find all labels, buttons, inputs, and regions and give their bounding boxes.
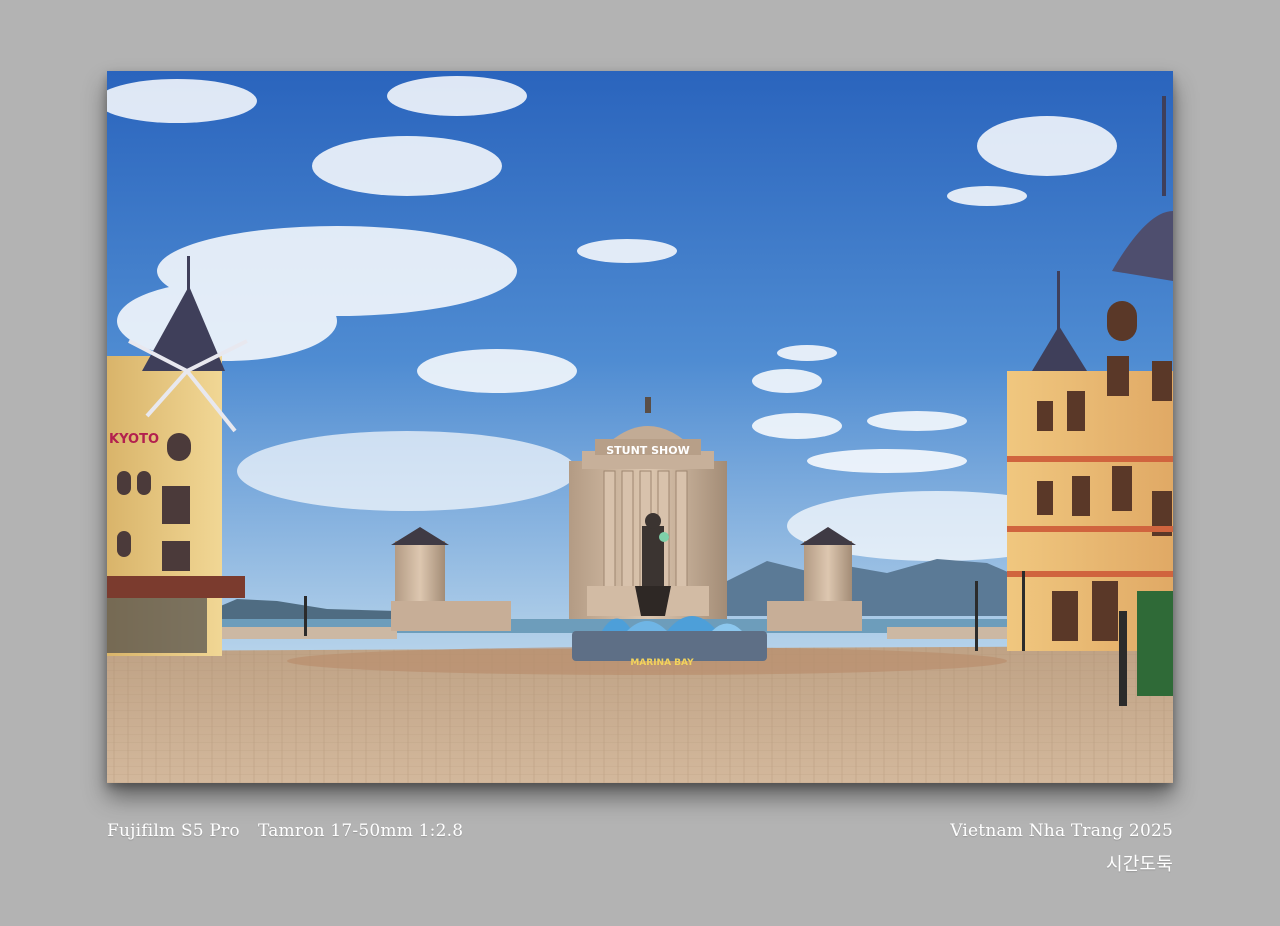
caption-author: 시간도둑 (1105, 854, 1173, 875)
balustrade-left (197, 627, 397, 639)
photo: STUNT SHOW MARINA BAY KYOTO (107, 71, 1173, 783)
caption-location: Vietnam Nha Trang 2025 (950, 821, 1173, 841)
caption-camera: Fujifilm S5 Pro (107, 821, 240, 841)
photo-scene: STUNT SHOW MARINA BAY KYOTO (107, 71, 1173, 783)
marina-bay-sign: MARINA BAY (630, 658, 694, 668)
stunt-show-sign: STUNT SHOW (606, 444, 690, 457)
kyoto-sign: KYOTO (109, 432, 159, 447)
caption-lens: Tamron 17-50mm 1:2.8 (258, 821, 464, 841)
